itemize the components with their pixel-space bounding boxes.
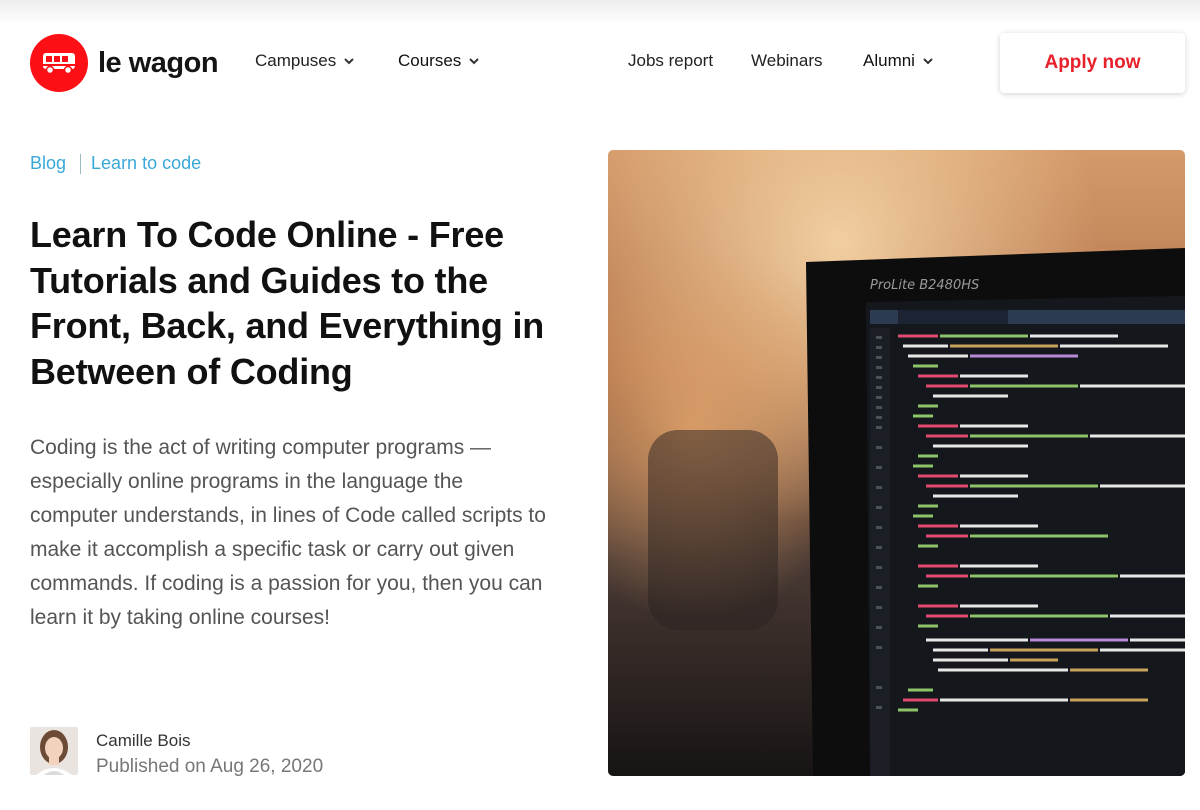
author-meta: Camille Bois Published on Aug 26, 2020: [96, 730, 323, 780]
bus-logo-icon: [30, 34, 88, 92]
nav-courses-label: Courses: [398, 51, 462, 70]
nav-campuses[interactable]: Campuses: [255, 51, 354, 71]
publish-date: Published on Aug 26, 2020: [96, 756, 324, 777]
nav-jobs-report-label: Jobs report: [628, 51, 714, 70]
chevron-down-icon: [923, 57, 933, 64]
nav-alumni-label: Alumni: [863, 51, 915, 70]
author-block: Camille Bois Published on Aug 26, 2020: [30, 727, 323, 780]
nav-alumni[interactable]: Alumni: [863, 51, 933, 71]
article-lead: Coding is the act of writing computer pr…: [30, 436, 546, 629]
nav-campuses-label: Campuses: [255, 51, 337, 70]
chevron-down-icon: [469, 57, 480, 64]
nav-webinars[interactable]: Webinars: [751, 51, 823, 71]
breadcrumb-blog[interactable]: Blog: [30, 153, 66, 174]
breadcrumb-divider: [80, 153, 82, 174]
hero-image: ProLite B2480HS: [608, 150, 1185, 776]
top-shadow: [0, 0, 1200, 24]
logo[interactable]: le wagon: [30, 34, 219, 92]
nav-courses[interactable]: Courses: [398, 51, 480, 71]
chevron-down-icon: [344, 57, 354, 64]
breadcrumb: Blog Learn to code: [30, 153, 201, 174]
nav-jobs-report[interactable]: Jobs report: [628, 51, 713, 71]
article-title: Learn To Code Online - Free Tutorials an…: [30, 214, 545, 392]
brand-name: le wagon: [98, 46, 219, 79]
monitor-label: ProLite B2480HS: [870, 278, 979, 293]
author-name[interactable]: Camille Bois: [96, 730, 323, 752]
author-avatar[interactable]: [30, 727, 78, 775]
nav-webinars-label: Webinars: [751, 51, 823, 70]
monitor-code-photo: ProLite B2480HS: [608, 150, 1185, 776]
apply-now-button[interactable]: Apply now: [1000, 33, 1185, 93]
site-header: le wagon Campuses Courses Jobs report We…: [0, 24, 1200, 104]
breadcrumb-learn-to-code[interactable]: Learn to code: [91, 153, 201, 174]
